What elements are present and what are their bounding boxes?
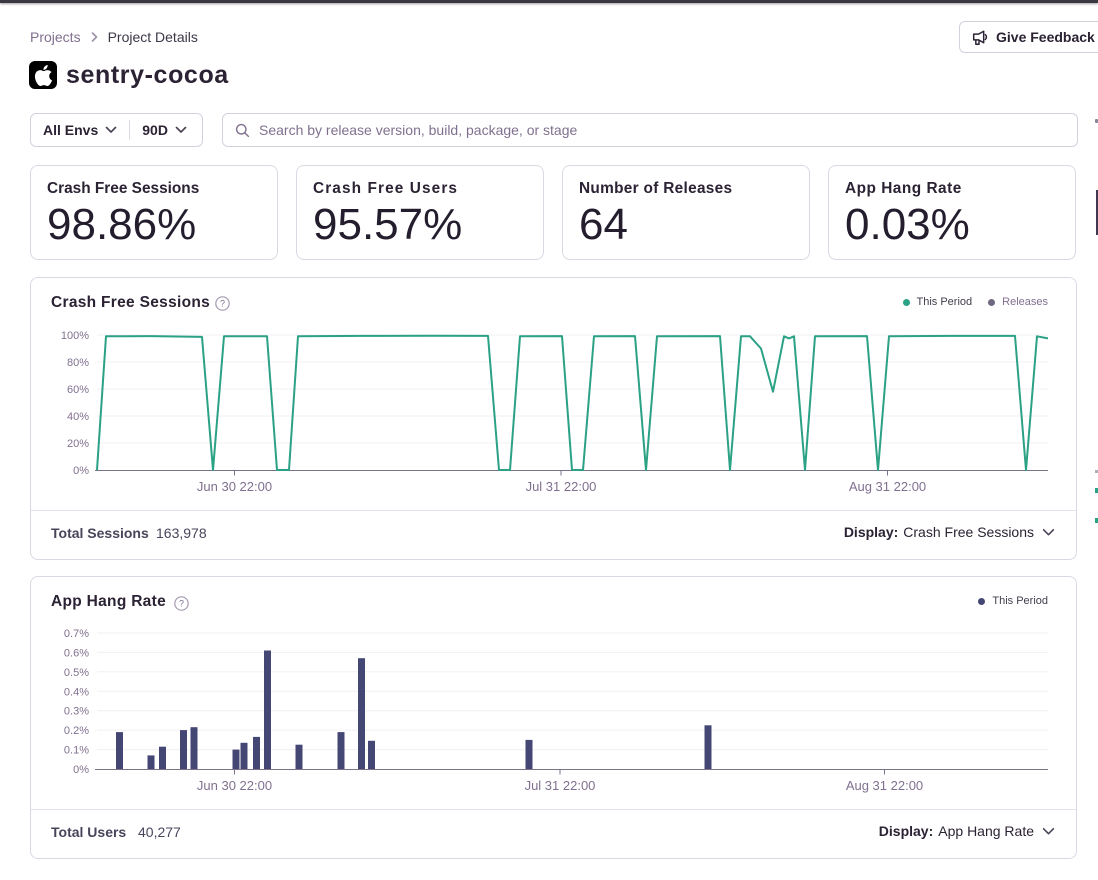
svg-text:0.4%: 0.4% [64, 686, 89, 698]
svg-text:0.7%: 0.7% [64, 628, 89, 640]
svg-text:0.6%: 0.6% [64, 647, 89, 659]
svg-text:0.3%: 0.3% [64, 706, 89, 718]
svg-text:60%: 60% [67, 384, 89, 396]
svg-text:0%: 0% [73, 764, 89, 776]
svg-text:20%: 20% [67, 438, 89, 450]
svg-text:0%: 0% [73, 465, 89, 477]
svg-text:0.1%: 0.1% [64, 745, 89, 757]
svg-text:0.5%: 0.5% [64, 667, 89, 679]
svg-text:Aug 31 22:00: Aug 31 22:00 [849, 479, 926, 494]
svg-text:Jun 30 22:00: Jun 30 22:00 [197, 479, 272, 494]
svg-text:Jul 31 22:00: Jul 31 22:00 [525, 778, 596, 793]
svg-text:40%: 40% [67, 411, 89, 423]
svg-text:Aug 31 22:00: Aug 31 22:00 [846, 778, 923, 793]
svg-text:Jul 31 22:00: Jul 31 22:00 [526, 479, 597, 494]
svg-text:0.2%: 0.2% [64, 725, 89, 737]
svg-text:Jun 30 22:00: Jun 30 22:00 [197, 778, 272, 793]
svg-text:80%: 80% [67, 357, 89, 369]
svg-text:100%: 100% [61, 330, 89, 342]
